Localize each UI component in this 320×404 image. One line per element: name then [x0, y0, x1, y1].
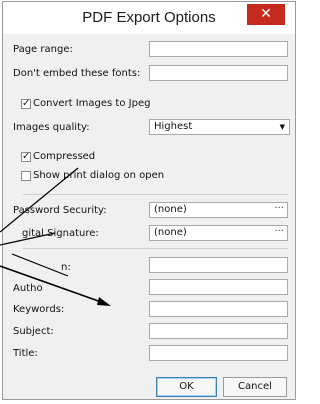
arrowhead	[97, 297, 111, 306]
pointer-line	[0, 167, 79, 233]
annotation-arrows	[0, 167, 111, 306]
pointer-line	[0, 232, 56, 246]
pointer-line	[0, 265, 105, 304]
